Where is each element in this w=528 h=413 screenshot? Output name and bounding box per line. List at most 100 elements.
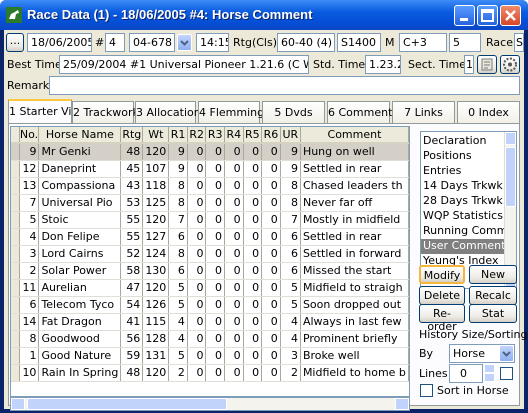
table-cell[interactable]: 0: [243, 364, 263, 382]
table-cell[interactable]: 0: [187, 313, 207, 331]
table-cell[interactable]: Midfield to home b: [300, 364, 409, 382]
list-item[interactable]: 28 Days Trkwk: [421, 194, 516, 209]
table-cell[interactable]: Stoic: [38, 211, 122, 229]
scroll-up-button[interactable]: [505, 132, 516, 145]
row-selector[interactable]: [11, 194, 20, 212]
table-cell[interactable]: 6: [19, 296, 40, 314]
table-cell[interactable]: Daneprint: [38, 160, 122, 178]
table-cell[interactable]: 47: [120, 279, 144, 297]
table-cell[interactable]: 118: [142, 177, 170, 195]
table-cell[interactable]: 0: [261, 228, 281, 246]
table-cell[interactable]: 8: [168, 194, 188, 212]
table-row[interactable]: 1 Good Nature 59 131 5 0 0 0 0 0 3 Broke well: [11, 347, 409, 365]
table-cell[interactable]: 0: [224, 364, 244, 382]
rating-field[interactable]: 60-40 (4): [277, 33, 335, 52]
table-cell[interactable]: 0: [205, 245, 225, 263]
tab-comment[interactable]: 6 Comment: [327, 101, 392, 123]
title-bar[interactable]: Race Data (1) - 18/06/2005 #4: Horse Com…: [0, 0, 528, 30]
table-cell[interactable]: Mostly in midfield: [300, 211, 409, 229]
lines-input[interactable]: 0: [449, 364, 483, 383]
table-cell[interactable]: 0: [243, 347, 263, 365]
list-item[interactable]: User Comment: [421, 239, 516, 254]
table-cell[interactable]: 120: [142, 279, 170, 297]
table-cell[interactable]: Aurelian: [38, 279, 122, 297]
table-cell[interactable]: 4: [19, 228, 40, 246]
row-selector[interactable]: [11, 177, 20, 195]
row-selector[interactable]: [11, 313, 20, 331]
reorder-button[interactable]: Re-order: [419, 304, 465, 333]
scroll-right-button[interactable]: [395, 398, 409, 410]
table-cell[interactable]: 0: [243, 262, 263, 280]
table-cell[interactable]: 0: [205, 177, 225, 195]
close-button[interactable]: [500, 5, 521, 26]
sort-in-horse-checkbox[interactable]: [420, 384, 433, 397]
table-cell[interactable]: 0: [187, 347, 207, 365]
race-code-field[interactable]: 04-678: [129, 33, 175, 52]
table-cell[interactable]: 0: [243, 211, 263, 229]
tab-trackwork[interactable]: 2 Trackwork: [72, 101, 139, 123]
table-cell[interactable]: 0: [205, 160, 225, 178]
table-cell[interactable]: 53: [120, 194, 144, 212]
table-cell[interactable]: 59: [120, 347, 144, 365]
table-cell[interactable]: 0: [224, 245, 244, 263]
table-cell[interactable]: 0: [205, 296, 225, 314]
table-cell[interactable]: 48: [120, 364, 144, 382]
table-cell[interactable]: 0: [243, 279, 263, 297]
row-selector[interactable]: [11, 211, 20, 229]
table-cell[interactable]: 0: [243, 143, 263, 161]
list-item[interactable]: Entries: [421, 164, 516, 179]
table-row[interactable]: 11 Aurelian 47 120 5 0 0 0 0 0 5 Midfield to straig…: [11, 279, 409, 297]
table-cell[interactable]: 0: [205, 143, 225, 161]
table-cell[interactable]: 120: [142, 364, 170, 382]
scroll-thumb[interactable]: [27, 398, 227, 410]
table-cell[interactable]: Prominent briefly: [300, 330, 409, 348]
table-cell[interactable]: 54: [120, 296, 144, 314]
lines-spinner[interactable]: [484, 364, 495, 383]
column-header[interactable]: R4: [224, 127, 244, 144]
table-cell[interactable]: Midfield to straigh: [300, 279, 409, 297]
table-cell[interactable]: 41: [120, 313, 144, 331]
table-cell[interactable]: 4: [280, 330, 301, 348]
row-selector[interactable]: [11, 296, 20, 314]
starter-table[interactable]: No. Horse Name Rtg Wt R1 R2 R3 R4 R5 R6 …: [10, 126, 410, 397]
tab-dvds[interactable]: 5 Dvds: [262, 101, 325, 123]
table-cell[interactable]: 5: [168, 279, 188, 297]
row-selector[interactable]: [11, 160, 20, 178]
list-item[interactable]: Positions: [421, 149, 516, 164]
table-cell[interactable]: 0: [224, 160, 244, 178]
table-cell[interactable]: 8: [168, 245, 188, 263]
scroll-left-button[interactable]: [11, 398, 25, 410]
row-selector[interactable]: [11, 143, 20, 161]
table-cell[interactable]: 9: [168, 143, 188, 161]
table-cell[interactable]: Compassiona: [38, 177, 122, 195]
table-cell[interactable]: 131: [142, 347, 170, 365]
table-cell[interactable]: 9: [280, 160, 301, 178]
table-cell[interactable]: 56: [120, 330, 144, 348]
row-selector[interactable]: [11, 228, 20, 246]
tab-starter-view[interactable]: 1 Starter Vie: [8, 99, 78, 124]
row-selector[interactable]: [11, 330, 20, 348]
table-cell[interactable]: 7: [280, 211, 301, 229]
table-cell[interactable]: 5: [280, 279, 301, 297]
modify-button[interactable]: Modify: [419, 265, 465, 284]
table-cell[interactable]: Fat Dragon: [38, 313, 122, 331]
maximize-button[interactable]: [477, 5, 498, 26]
table-cell[interactable]: 8: [168, 177, 188, 195]
table-cell[interactable]: 0: [243, 228, 263, 246]
table-cell[interactable]: 0: [187, 211, 207, 229]
column-header[interactable]: R1: [168, 127, 188, 144]
table-cell[interactable]: 0: [261, 160, 281, 178]
table-row[interactable]: 9 Mr Genki 48 120 9 0 0 0 0 0 9 Hung on well: [11, 143, 409, 161]
table-cell[interactable]: 5: [168, 296, 188, 314]
table-cell[interactable]: 3: [19, 245, 40, 263]
column-header[interactable]: Wt: [142, 127, 170, 144]
row-selector[interactable]: [11, 364, 20, 382]
table-cell[interactable]: 0: [261, 194, 281, 212]
table-cell[interactable]: Good Nature: [38, 347, 122, 365]
settings-button[interactable]: [500, 55, 520, 74]
ellipsis-button[interactable]: ...: [6, 33, 24, 52]
table-cell[interactable]: 0: [224, 313, 244, 331]
delete-button[interactable]: Delete: [419, 286, 465, 305]
table-horizontal-scrollbar[interactable]: [10, 397, 410, 411]
list-item[interactable]: Declaration: [421, 134, 516, 149]
